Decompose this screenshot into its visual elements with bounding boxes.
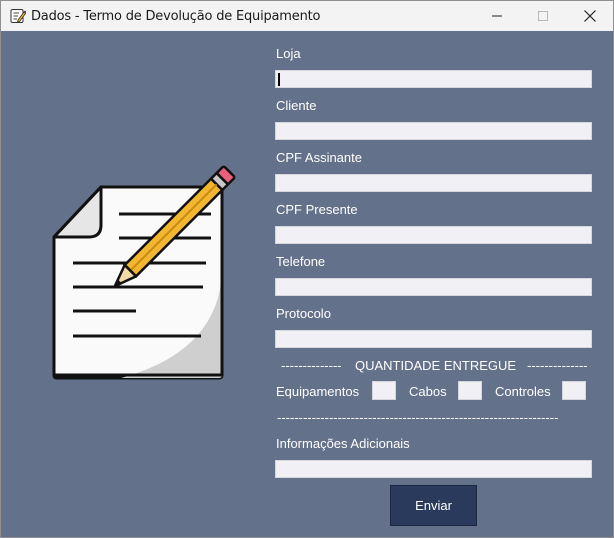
cliente-input[interactable]	[275, 122, 592, 140]
section-title-quantidade: QUANTIDADE ENTREGUE	[355, 358, 517, 373]
title-bar[interactable]: Dados - Termo de Devolução de Equipament…	[1, 1, 613, 31]
cpf-assinante-input[interactable]	[275, 174, 592, 192]
close-icon	[584, 10, 596, 22]
close-button[interactable]	[567, 1, 613, 31]
section-divider: ----------------------------------------…	[277, 410, 559, 425]
notepad-pencil-icon	[10, 9, 26, 23]
text-cursor	[278, 73, 280, 86]
enviar-button[interactable]: Enviar	[390, 485, 477, 526]
label-informacoes-adicionais: Informações Adicionais	[276, 436, 410, 451]
label-cabos: Cabos	[409, 384, 447, 399]
maximize-button[interactable]	[520, 1, 566, 31]
section-dashes-right: --------------	[527, 358, 588, 373]
equipamentos-input[interactable]	[372, 381, 396, 400]
informacoes-adicionais-input[interactable]	[275, 460, 592, 478]
maximize-icon	[538, 11, 548, 21]
app-window: Dados - Termo de Devolução de Equipament…	[0, 0, 614, 538]
cpf-presente-input[interactable]	[275, 226, 592, 244]
field-label-cliente: Cliente	[276, 98, 317, 113]
protocolo-input[interactable]	[275, 330, 592, 348]
section-dashes-left: --------------	[281, 358, 342, 373]
label-equipamentos: Equipamentos	[276, 384, 360, 399]
cabos-input[interactable]	[458, 381, 482, 400]
field-label-telefone: Telefone	[276, 254, 326, 269]
field-label-cpf-presente: CPF Presente	[276, 202, 358, 217]
minimize-button[interactable]	[474, 1, 520, 31]
field-label-loja: Loja	[276, 46, 301, 61]
telefone-input[interactable]	[275, 278, 592, 296]
loja-input[interactable]	[275, 70, 592, 88]
field-label-protocolo: Protocolo	[276, 306, 331, 321]
minimize-icon	[492, 15, 502, 17]
controles-input[interactable]	[562, 381, 586, 400]
label-controles: Controles	[495, 384, 551, 399]
field-label-cpf-assinante: CPF Assinante	[276, 150, 362, 165]
document-pencil-icon	[52, 165, 236, 380]
window-title: Dados - Termo de Devolução de Equipament…	[31, 9, 321, 24]
